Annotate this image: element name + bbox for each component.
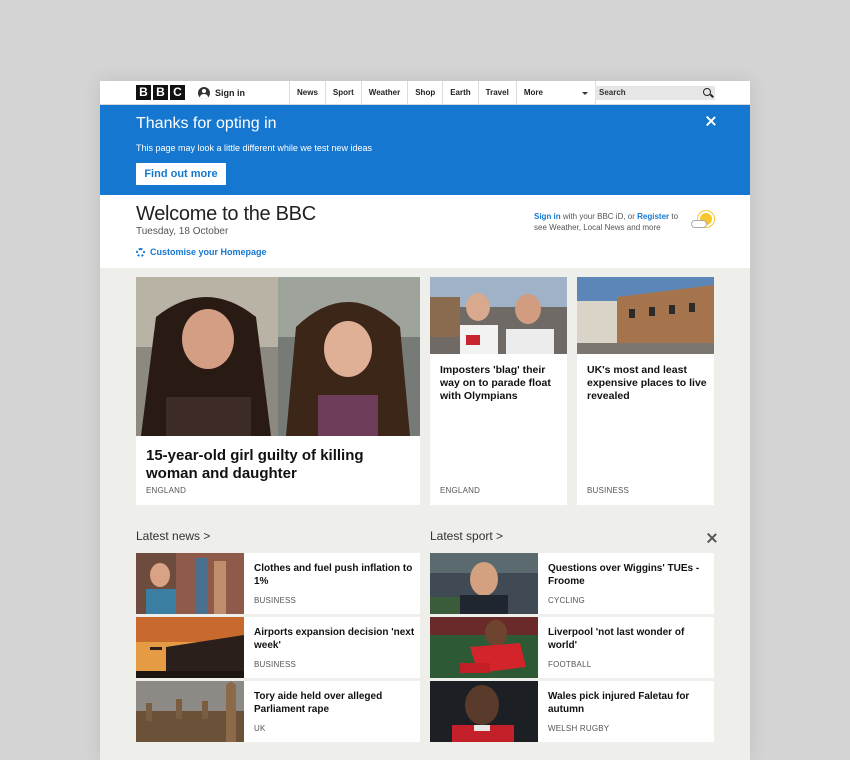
latest-news-heading[interactable]: Latest news > [136,529,210,543]
news-tag[interactable]: Business [254,660,296,669]
weather-icon [690,211,716,233]
sport-thumbnail [430,681,538,742]
banner-title: Thanks for opting in [136,115,277,132]
latest-sport-heading[interactable]: Latest sport > [430,529,503,543]
story-image [577,277,714,354]
news-headline[interactable]: Clothes and fuel push inflation to 1% [254,562,416,588]
account-text: with your BBC iD, or [560,212,638,221]
chevron-down-icon [581,92,588,95]
story-tag[interactable]: England [146,486,186,495]
nav-links: News Sport Weather Shop Earth Travel Mor… [289,81,596,105]
top-story-main[interactable]: 15-year-old girl guilty of killing woman… [136,277,420,505]
story-image [136,277,420,436]
sport-tag[interactable]: Cycling [548,596,585,605]
story-image [430,277,567,354]
find-out-more-button[interactable]: Find out more [136,163,226,185]
top-nav: B B C Sign in News Sport Weather Shop Ea… [100,81,750,105]
sport-tag[interactable]: Football [548,660,591,669]
date-label: Tuesday, 18 October [136,226,229,237]
news-headline[interactable]: Airports expansion decision 'next week' [254,626,416,652]
news-thumbnail [136,617,244,678]
banner-text: This page may look a little different wh… [136,143,372,153]
story-tag[interactable]: England [440,486,480,495]
customise-label: Customise your Homepage [150,247,267,257]
sport-headline[interactable]: Liverpool 'not last wonder of world' [548,626,710,652]
search-input[interactable]: Search [595,86,715,100]
sport-tag[interactable]: Welsh Rugby [548,724,609,733]
news-thumbnail [136,681,244,742]
story-headline[interactable]: Imposters 'blag' their way on to parade … [440,364,565,403]
news-tag[interactable]: Business [254,596,296,605]
nav-link-travel[interactable]: Travel [477,81,516,105]
list-item[interactable]: Questions over Wiggins' TUEs - Froome Cy… [430,553,714,614]
gear-icon [136,247,145,257]
customise-homepage-link[interactable]: Customise your Homepage [136,247,267,257]
list-item[interactable]: Clothes and fuel push inflation to 1% Bu… [136,553,420,614]
story-headline[interactable]: UK's most and least expensive places to … [587,364,712,403]
nav-link-earth[interactable]: Earth [442,81,477,105]
logo-letter: C [170,85,185,100]
logo-letter: B [136,85,151,100]
register-link[interactable]: Register [637,212,669,221]
list-item[interactable]: Airports expansion decision 'next week' … [136,617,420,678]
news-thumbnail [136,553,244,614]
browser-page: B B C Sign in News Sport Weather Shop Ea… [100,81,750,760]
sport-thumbnail [430,617,538,678]
nav-link-sport[interactable]: Sport [324,81,361,105]
nav-link-weather[interactable]: Weather [360,81,407,105]
user-icon [198,87,210,99]
list-item[interactable]: Tory aide held over alleged Parliament r… [136,681,420,742]
nav-more-label: More [523,88,543,97]
top-story[interactable]: Imposters 'blag' their way on to parade … [430,277,567,505]
close-icon[interactable] [705,115,717,127]
news-tag[interactable]: UK [254,724,266,733]
account-sign-in-link[interactable]: Sign in [534,212,561,221]
list-item[interactable]: Liverpool 'not last wonder of world' Foo… [430,617,714,678]
close-icon[interactable] [707,533,717,543]
story-headline[interactable]: 15-year-old girl guilty of killing woman… [146,447,411,483]
sign-in-link[interactable]: Sign in [198,81,245,105]
sport-thumbnail [430,553,538,614]
logo-letter: B [153,85,168,100]
nav-link-news[interactable]: News [289,81,325,105]
opt-in-banner: Thanks for opting in This page may look … [100,105,750,195]
list-item[interactable]: Wales pick injured Faletau for autumn We… [430,681,714,742]
story-tag[interactable]: Business [587,486,629,495]
sport-headline[interactable]: Questions over Wiggins' TUEs - Froome [548,562,710,588]
welcome-section: Welcome to the BBC Tuesday, 18 October C… [100,195,750,268]
nav-link-shop[interactable]: Shop [407,81,442,105]
page-title: Welcome to the BBC [136,203,316,225]
account-prompt: Sign in with your BBC iD, or Register to… [534,211,686,233]
sign-in-label: Sign in [215,88,245,98]
sport-headline[interactable]: Wales pick injured Faletau for autumn [548,690,710,716]
top-story[interactable]: UK's most and least expensive places to … [577,277,714,505]
search-icon[interactable] [703,88,711,96]
bbc-logo[interactable]: B B C [136,85,185,100]
search-placeholder: Search [599,88,626,97]
news-headline[interactable]: Tory aide held over alleged Parliament r… [254,690,416,716]
nav-more-menu[interactable]: More [515,81,596,105]
